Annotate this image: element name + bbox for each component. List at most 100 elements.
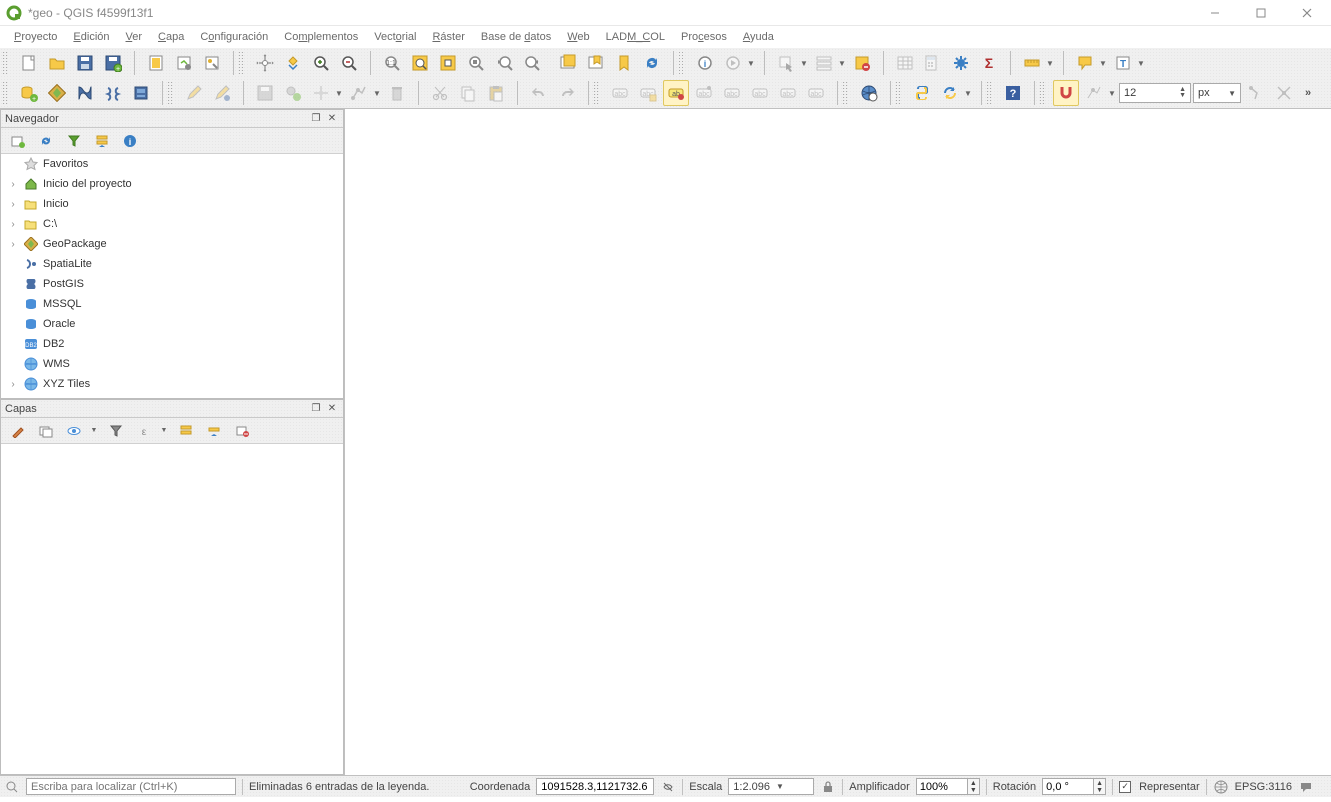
tree-item-db2[interactable]: DB2DB2 xyxy=(1,334,343,354)
save-as-button[interactable]: + xyxy=(100,50,126,76)
tree-item-c-drive[interactable]: ›C:\ xyxy=(1,214,343,234)
layout-manager-button[interactable] xyxy=(171,50,197,76)
toolbar-handle[interactable] xyxy=(1039,81,1045,105)
redo-button[interactable] xyxy=(554,80,580,106)
tree-item-inicio-proyecto[interactable]: ›Inicio del proyecto xyxy=(1,174,343,194)
save-project-button[interactable] xyxy=(72,50,98,76)
menu-vectorial[interactable]: Vectorial xyxy=(366,29,424,45)
toolbox-button[interactable] xyxy=(948,50,974,76)
action-run-feature-button[interactable] xyxy=(720,50,746,76)
snapping-tolerance-input[interactable]: 12▲▼ xyxy=(1119,83,1191,103)
tree-item-geopackage[interactable]: ›GeoPackage xyxy=(1,234,343,254)
dropdown-arrow-icon[interactable]: ▼ xyxy=(1098,59,1108,68)
tree-item-favoritos[interactable]: Favoritos xyxy=(1,154,343,174)
layers-filter-button[interactable] xyxy=(105,420,127,442)
layers-expression-button[interactable]: ε xyxy=(133,420,155,442)
messages-icon[interactable] xyxy=(1298,779,1314,795)
label-move-button[interactable]: abc xyxy=(747,80,773,106)
tree-item-oracle[interactable]: Oracle xyxy=(1,314,343,334)
menu-ladmcol[interactable]: LADM_COL xyxy=(598,29,673,45)
dropdown-arrow-icon[interactable]: ▼ xyxy=(837,59,847,68)
delete-selected-button[interactable] xyxy=(384,80,410,106)
snapping-unit-combo[interactable]: px▼ xyxy=(1193,83,1241,103)
open-table-button[interactable] xyxy=(892,50,918,76)
dropdown-arrow-icon[interactable]: ▼ xyxy=(89,427,99,434)
field-calculator-button[interactable] xyxy=(920,50,946,76)
zoom-last-button[interactable] xyxy=(491,50,517,76)
browser-filter-button[interactable] xyxy=(63,130,85,152)
toolbar-handle[interactable] xyxy=(842,81,848,105)
zoom-in-button[interactable] xyxy=(308,50,334,76)
menu-web[interactable]: Web xyxy=(559,29,597,45)
zoom-full-button[interactable] xyxy=(407,50,433,76)
toolbar-handle[interactable] xyxy=(2,51,8,75)
label-change-button[interactable]: abc xyxy=(803,80,829,106)
layers-visibility-button[interactable] xyxy=(63,420,85,442)
select-features-button[interactable] xyxy=(773,50,799,76)
dropdown-arrow-icon[interactable]: ▼ xyxy=(963,89,973,98)
tree-item-wms[interactable]: WMS xyxy=(1,354,343,374)
toolbar-handle[interactable] xyxy=(167,81,173,105)
extents-toggle-icon[interactable] xyxy=(660,779,676,795)
dropdown-arrow-icon[interactable]: ▼ xyxy=(799,59,809,68)
menu-complementos[interactable]: Complementos xyxy=(276,29,366,45)
panel-float-button[interactable]: ❐ xyxy=(309,402,323,416)
magnifier-input[interactable]: ▲▼ xyxy=(916,778,980,795)
locator-input[interactable] xyxy=(26,778,236,795)
cut-button[interactable] xyxy=(427,80,453,106)
tree-item-inicio[interactable]: ›Inicio xyxy=(1,194,343,214)
menu-proyecto[interactable]: Proyecto xyxy=(6,29,65,45)
metasearch-button[interactable] xyxy=(856,80,882,106)
map-tips-button[interactable] xyxy=(1072,50,1098,76)
move-feature-button[interactable] xyxy=(308,80,334,106)
scale-combo[interactable]: 1:2.096▼ xyxy=(728,778,814,795)
panel-float-button[interactable]: ❐ xyxy=(309,112,323,126)
label-diagram-button[interactable]: abc xyxy=(635,80,661,106)
menu-basedatos[interactable]: Base de datos xyxy=(473,29,559,45)
browser-collapse-button[interactable] xyxy=(91,130,113,152)
open-project-button[interactable] xyxy=(44,50,70,76)
menu-raster[interactable]: Ráster xyxy=(424,29,472,45)
zoom-next-button[interactable] xyxy=(519,50,545,76)
menu-configuracion[interactable]: Configuración xyxy=(192,29,276,45)
layers-expand-button[interactable] xyxy=(175,420,197,442)
zoom-to-layer-button[interactable] xyxy=(463,50,489,76)
zoom-out-button[interactable] xyxy=(336,50,362,76)
menu-ayuda[interactable]: Ayuda xyxy=(735,29,782,45)
paste-button[interactable] xyxy=(483,80,509,106)
menu-capa[interactable]: Capa xyxy=(150,29,192,45)
label-show-hide-button[interactable]: abc xyxy=(719,80,745,106)
toolbar-handle[interactable] xyxy=(986,81,992,105)
maximize-button[interactable] xyxy=(1247,3,1275,23)
pan-button[interactable] xyxy=(252,50,278,76)
lock-scale-icon[interactable] xyxy=(820,779,836,795)
add-feature-button[interactable] xyxy=(280,80,306,106)
browser-refresh-button[interactable] xyxy=(35,130,57,152)
layers-collapse-button[interactable] xyxy=(203,420,225,442)
dropdown-arrow-icon[interactable]: ▼ xyxy=(1045,59,1055,68)
toolbar-handle[interactable] xyxy=(2,81,8,105)
new-virtual-layer-button[interactable] xyxy=(128,80,154,106)
save-edits-button[interactable] xyxy=(209,80,235,106)
new-project-button[interactable] xyxy=(16,50,42,76)
topological-editing-button[interactable] xyxy=(1243,80,1269,106)
dropdown-arrow-icon[interactable]: ▼ xyxy=(159,427,169,434)
rotation-input[interactable]: ▲▼ xyxy=(1042,778,1106,795)
browser-add-button[interactable] xyxy=(7,130,29,152)
new-map-view-button[interactable] xyxy=(555,50,581,76)
statistical-summary-button[interactable]: Σ xyxy=(976,50,1002,76)
toolbar-handle[interactable] xyxy=(678,51,684,75)
menu-procesos[interactable]: Procesos xyxy=(673,29,735,45)
toggle-editing-button[interactable] xyxy=(181,80,207,106)
toolbar-handle[interactable] xyxy=(593,81,599,105)
map-canvas[interactable] xyxy=(344,109,1331,775)
save-layer-edits-button[interactable] xyxy=(252,80,278,106)
select-by-form-button[interactable] xyxy=(811,50,837,76)
new-shapefile-layer-button[interactable] xyxy=(72,80,98,106)
plugin-reload-button[interactable] xyxy=(937,80,963,106)
toolbar-handle[interactable] xyxy=(238,51,244,75)
deselect-all-button[interactable] xyxy=(849,50,875,76)
toolbar-overflow-button[interactable]: » xyxy=(1299,87,1317,99)
zoom-to-selection-button[interactable] xyxy=(435,50,461,76)
print-layout-button[interactable] xyxy=(143,50,169,76)
